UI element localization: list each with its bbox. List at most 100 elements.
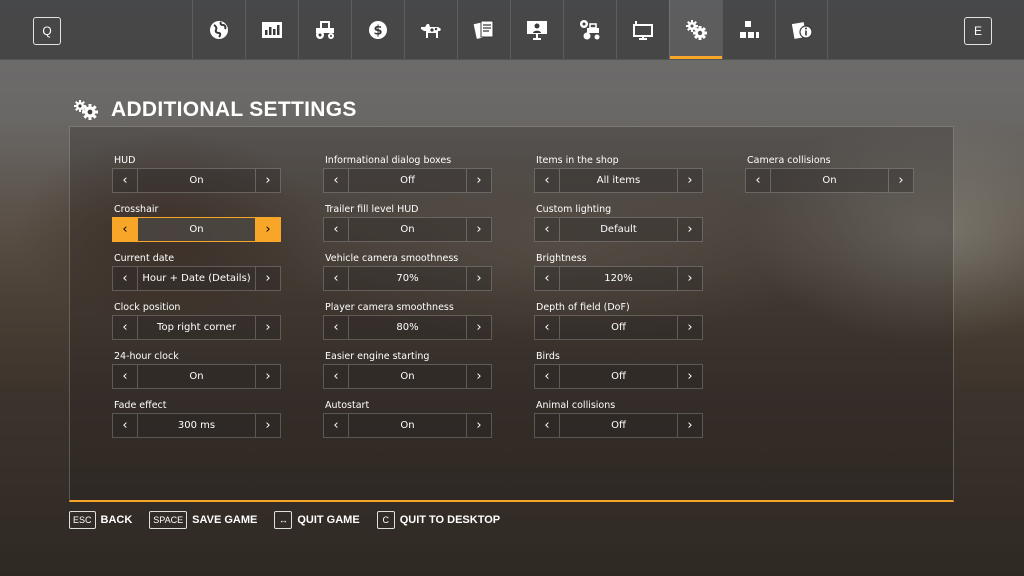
footer-action-label: SAVE GAME (192, 514, 258, 526)
menu-tab-cow[interactable] (404, 0, 457, 59)
chevron-left-icon[interactable]: ‹ (746, 169, 771, 192)
chevron-left-icon[interactable]: ‹ (324, 169, 349, 192)
chevron-right-icon[interactable]: › (677, 267, 702, 290)
setting-current-date: Current date ‹ Hour + Date (Details) › (112, 252, 281, 291)
setting-label: HUD (114, 155, 136, 166)
next-page-key-button[interactable]: E (964, 17, 992, 45)
chevron-left-icon[interactable]: ‹ (324, 316, 349, 339)
quit-to-desktop-button[interactable]: C QUIT TO DESKTOP (376, 511, 501, 529)
chevron-right-icon[interactable]: › (255, 218, 280, 241)
chevron-left-icon[interactable]: ‹ (324, 218, 349, 241)
setting-value: 300 ms (177, 420, 216, 431)
setting-24-hour-clock: 24-hour clock ‹ On › (112, 350, 281, 389)
menu-tab-monitor[interactable] (616, 0, 669, 59)
chevron-left-icon[interactable]: ‹ (113, 169, 138, 192)
chevron-left-icon[interactable]: ‹ (324, 365, 349, 388)
save-game-button[interactable]: SPACE SAVE GAME (149, 511, 257, 529)
option-selector[interactable]: ‹ 70% › (323, 266, 492, 291)
chevron-right-icon[interactable]: › (255, 414, 280, 437)
menu-tab-vehicle-settings[interactable] (563, 0, 616, 59)
menu-tab-help[interactable] (775, 0, 828, 59)
setting-value: On (400, 224, 415, 235)
menu-tab-tractor[interactable] (298, 0, 351, 59)
option-selector[interactable]: ‹ 80% › (323, 315, 492, 340)
menu-tab-tutorial[interactable] (510, 0, 563, 59)
option-selector[interactable]: ‹ 300 ms › (112, 413, 281, 438)
option-selector[interactable]: ‹ Off › (534, 413, 703, 438)
option-selector[interactable]: ‹ On › (745, 168, 914, 193)
chevron-left-icon[interactable]: ‹ (535, 316, 560, 339)
option-selector[interactable]: ‹ On › (112, 168, 281, 193)
setting-label: Crosshair (114, 204, 159, 215)
chevron-right-icon[interactable]: › (466, 169, 491, 192)
footer-action-label: QUIT TO DESKTOP (399, 514, 501, 526)
setting-label: Current date (114, 253, 175, 264)
back-button[interactable]: ESC BACK (69, 511, 132, 529)
previous-page-key-button[interactable]: Q (33, 17, 61, 45)
option-selector[interactable]: ‹ On › (323, 364, 492, 389)
option-selector[interactable]: ‹ On › (323, 413, 492, 438)
option-selector[interactable]: ‹ On › (112, 217, 281, 242)
chevron-left-icon[interactable]: ‹ (113, 316, 138, 339)
chevron-right-icon[interactable]: › (255, 169, 280, 192)
chevron-left-icon[interactable]: ‹ (324, 414, 349, 437)
option-selector[interactable]: ‹ Off › (534, 315, 703, 340)
setting-value: 70% (396, 273, 419, 284)
option-selector[interactable]: ‹ On › (323, 217, 492, 242)
setting-label: Autostart (325, 400, 370, 411)
setting-label: Easier engine starting (325, 351, 430, 362)
option-selector[interactable]: ‹ On › (112, 364, 281, 389)
quit-game-button[interactable]: ↔ QUIT GAME (274, 511, 360, 529)
option-selector[interactable]: ‹ 120% › (534, 266, 703, 291)
menu-tab-gears[interactable] (669, 0, 722, 59)
setting-label: Birds (536, 351, 560, 362)
option-selector[interactable]: ‹ Off › (534, 364, 703, 389)
setting-value: On (400, 420, 415, 431)
chevron-right-icon[interactable]: › (466, 365, 491, 388)
chevron-right-icon[interactable]: › (677, 169, 702, 192)
setting-label: Animal collisions (536, 400, 616, 411)
option-selector[interactable]: ‹ Default › (534, 217, 703, 242)
option-selector[interactable]: ‹ All items › (534, 168, 703, 193)
chevron-right-icon[interactable]: › (255, 267, 280, 290)
menu-tab-contracts[interactable] (457, 0, 510, 59)
chevron-left-icon[interactable]: ‹ (113, 267, 138, 290)
chevron-right-icon[interactable]: › (255, 316, 280, 339)
chevron-left-icon[interactable]: ‹ (535, 218, 560, 241)
chevron-right-icon[interactable]: › (677, 365, 702, 388)
chevron-right-icon[interactable]: › (466, 267, 491, 290)
setting-player-camera-smoothness: Player camera smoothness ‹ 80% › (323, 301, 492, 340)
setting-label: 24-hour clock (114, 351, 179, 362)
option-selector[interactable]: ‹ Top right corner › (112, 315, 281, 340)
setting-label: Informational dialog boxes (325, 155, 452, 166)
chevron-left-icon[interactable]: ‹ (324, 267, 349, 290)
setting-items-in-the-shop: Items in the shop ‹ All items › (534, 154, 703, 193)
chevron-right-icon[interactable]: › (255, 365, 280, 388)
setting-label: Custom lighting (536, 204, 612, 215)
chevron-right-icon[interactable]: › (677, 218, 702, 241)
key-hint: C (376, 511, 395, 529)
option-selector[interactable]: ‹ Hour + Date (Details) › (112, 266, 281, 291)
menu-tab-production[interactable] (722, 0, 775, 59)
menu-tab-money[interactable]: $ (351, 0, 404, 59)
chevron-right-icon[interactable]: › (677, 414, 702, 437)
menu-tab-globe[interactable] (192, 0, 245, 59)
chevron-left-icon[interactable]: ‹ (535, 414, 560, 437)
chevron-right-icon[interactable]: › (677, 316, 702, 339)
chevron-left-icon[interactable]: ‹ (535, 169, 560, 192)
chevron-left-icon[interactable]: ‹ (535, 365, 560, 388)
setting-value: Off (400, 175, 415, 186)
setting-value: Top right corner (157, 322, 236, 333)
chevron-left-icon[interactable]: ‹ (535, 267, 560, 290)
menu-tab-statistics[interactable] (245, 0, 298, 59)
chevron-right-icon[interactable]: › (466, 414, 491, 437)
chevron-right-icon[interactable]: › (466, 218, 491, 241)
chevron-left-icon[interactable]: ‹ (113, 365, 138, 388)
chevron-left-icon[interactable]: ‹ (113, 218, 138, 241)
option-selector[interactable]: ‹ Off › (323, 168, 492, 193)
chevron-right-icon[interactable]: › (888, 169, 913, 192)
chevron-left-icon[interactable]: ‹ (113, 414, 138, 437)
setting-animal-collisions: Animal collisions ‹ Off › (534, 399, 703, 438)
setting-label: Brightness (536, 253, 587, 264)
chevron-right-icon[interactable]: › (466, 316, 491, 339)
